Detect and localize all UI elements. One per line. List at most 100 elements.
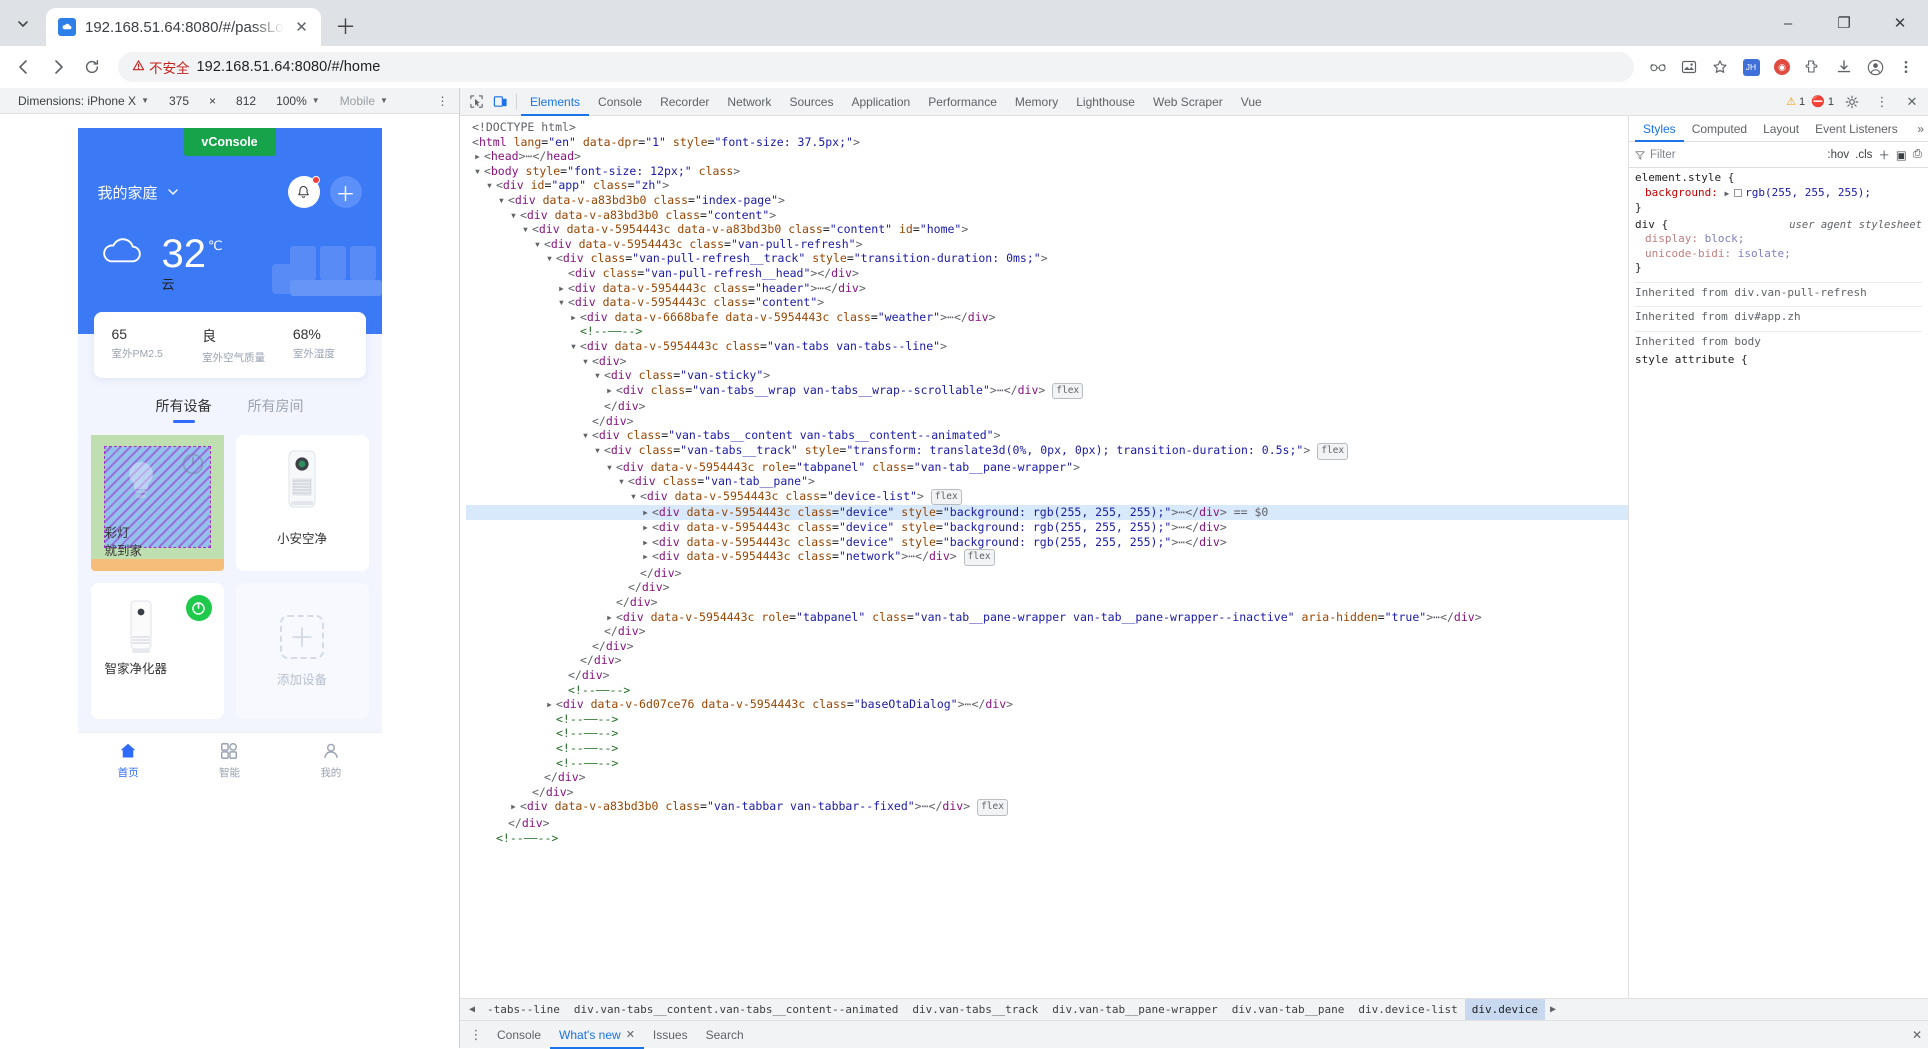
dom-node-line[interactable]: <!--——--> [466,741,1628,756]
close-icon[interactable]: ✕ [1900,90,1924,114]
dom-node-line[interactable]: ▸ <div data-v-6668bafe data-v-5954443c cl… [466,310,1628,325]
tab-computed[interactable]: Computed [1684,116,1755,142]
breadcrumb-scroll-right-icon[interactable]: ▶ [1545,1004,1561,1015]
dom-node-line[interactable]: ▸ <div data-v-6d07ce76 data-v-5954443c cl… [466,697,1628,712]
dom-node-line[interactable]: ▾ <div class="van-tab__pane"> [466,474,1628,489]
tab-elements[interactable]: Elements [521,88,589,116]
tab-all-rooms[interactable]: 所有房间 [248,396,304,423]
tab-network[interactable]: Network [718,88,780,116]
device-card[interactable]: 小安空净 [235,435,369,571]
breadcrumb-item[interactable]: div.van-tab__pane-wrapper [1045,999,1225,1020]
dom-node-line[interactable]: ▾ <div data-v-5954443c class="content"> [466,295,1628,310]
rule-selector[interactable]: div { [1635,218,1668,231]
dom-node-line[interactable]: ▾ <div data-v-5954443c class="van-tabs va… [466,339,1628,354]
tab-search-icon[interactable] [6,7,40,41]
print-icon[interactable]: ⎙ [1913,148,1922,161]
dom-tree[interactable]: <!DOCTYPE html> <html lang="en" data-dpr=… [460,116,1628,998]
dom-node-line[interactable]: </div> [466,595,1628,610]
dom-node-line[interactable]: </div> [466,399,1628,414]
security-indicator[interactable]: 不安全 [132,57,190,77]
throttling-selector[interactable]: Mobile ▼ [330,94,398,108]
notification-button[interactable] [287,176,320,208]
hov-toggle[interactable]: :hov [1827,149,1849,161]
rule-selector[interactable]: element.style { [1635,171,1734,184]
dom-node-line[interactable]: ▸ <div class="van-tabs__wrap van-tabs__wr… [466,382,1628,400]
dom-node-line[interactable]: <!--——--> [466,756,1628,771]
download-icon[interactable] [1830,53,1858,81]
breadcrumb-item[interactable]: -tabs--line [480,999,567,1020]
vconsole-button[interactable]: vConsole [183,128,276,156]
dom-node-line[interactable]: ▸ <div data-v-5954443c class="network">⋯<… [466,549,1628,566]
bottom-nav-smart[interactable]: 智能 [179,741,280,780]
css-value[interactable]: isolate; [1738,247,1791,260]
breadcrumb-item[interactable]: div.van-tabs__track [905,999,1045,1020]
dom-node-line[interactable]: ▾ <div class="van-tabs__content van-tabs_… [466,428,1628,443]
shield-extension-icon[interactable]: ◉ [1768,53,1796,81]
dom-node-line[interactable]: <!--——--> [466,726,1628,741]
dom-node-line[interactable]: </div> [466,653,1628,668]
drawer-menu-icon[interactable]: ⋮ [464,1023,488,1047]
dom-node-line[interactable]: </div> [466,770,1628,785]
drawer-close-icon[interactable]: ✕ [1912,1028,1922,1042]
dom-node-line[interactable]: ▸ <div data-v-5954443c class="header">⋯</… [466,281,1628,296]
gear-icon[interactable] [1840,90,1864,114]
dom-node-line[interactable]: ▾ <div data-v-5954443c role="tabpanel" cl… [466,460,1628,475]
css-declaration[interactable]: unicode-bidi: isolate; [1635,247,1922,262]
jh-extension-icon[interactable]: JH [1737,53,1765,81]
breadcrumb-item[interactable]: div.device-list [1351,999,1464,1020]
breadcrumb-item[interactable]: div.van-tabs__content.van-tabs__content-… [567,999,906,1020]
dom-node-line[interactable]: <html lang="en" data-dpr="1" style="font… [466,135,1628,150]
zoom-selector[interactable]: 100% ▼ [266,94,330,108]
dom-node-line[interactable]: </div> [466,668,1628,683]
dom-node-line[interactable]: ▸ <div data-v-5954443c class="device" sty… [466,535,1628,550]
kebab-menu-icon[interactable] [1892,53,1920,81]
add-button[interactable]: ＋ [329,176,362,208]
device-toolbar-icon[interactable] [488,90,512,114]
dom-node-line[interactable]: </div> [466,566,1628,581]
tab-performance[interactable]: Performance [919,88,1006,116]
dom-node-line[interactable]: </div> [466,785,1628,800]
close-window-button[interactable]: ✕ [1872,0,1928,46]
breadcrumb-item[interactable]: div.device [1464,999,1545,1020]
dom-node-line[interactable]: ▸ <div data-v-5954443c role="tabpanel" cl… [466,610,1628,625]
minimize-button[interactable]: – [1760,0,1816,46]
tab-memory[interactable]: Memory [1006,88,1067,116]
height-input[interactable]: 812 [226,94,266,108]
plus-icon[interactable]: ＋ [1878,147,1890,163]
width-input[interactable]: 375 [159,94,199,108]
dom-node-line[interactable]: <!--——--> [466,324,1628,339]
browser-tab[interactable]: 192.168.51.64:8080/#/passLo ✕ [46,8,321,46]
drawer-tab-search[interactable]: Search [697,1021,753,1049]
css-rules-list[interactable]: element.style {background: ▶ rgb(255, 25… [1629,168,1928,998]
arrow-right-icon[interactable] [42,51,74,83]
maximize-button[interactable]: ❐ [1816,0,1872,46]
dom-node-line[interactable]: <div class="van-pull-refresh__head"></di… [466,266,1628,281]
drawer-tab-issues[interactable]: Issues [644,1021,697,1049]
kebab-menu-icon[interactable]: ⋮ [1870,90,1894,114]
dom-node-line[interactable]: <!--——--> [466,683,1628,698]
breadcrumb[interactable]: ◀ -tabs--line div.van-tabs__content.van-ta… [460,998,1928,1020]
reload-icon[interactable] [76,51,108,83]
layers-icon[interactable]: ▣ [1896,148,1907,162]
inspect-element-icon[interactable] [464,90,488,114]
chevron-double-right-icon[interactable]: » [1917,122,1924,136]
css-value[interactable]: rgb(255, 255, 255); [1745,186,1871,199]
tab-web-scraper[interactable]: Web Scraper [1144,88,1232,116]
tab-recorder[interactable]: Recorder [651,88,718,116]
dom-node-line[interactable]: ▸ <head>⋯</head> [466,149,1628,164]
tab-lighthouse[interactable]: Lighthouse [1067,88,1144,116]
error-badge[interactable]: ⛔ 1 [1811,95,1834,109]
tab-sources[interactable]: Sources [780,88,842,116]
tab-styles[interactable]: Styles [1635,116,1684,142]
css-value[interactable]: block; [1705,232,1745,245]
puzzle-extension-icon[interactable] [1799,53,1827,81]
device-toolbar-more-icon[interactable]: ⋮ [433,94,453,108]
tab-console[interactable]: Console [589,88,651,116]
breadcrumb-scroll-left-icon[interactable]: ◀ [464,1004,480,1015]
tab-layout[interactable]: Layout [1755,116,1807,142]
css-rule[interactable]: element.style {background: ▶ rgb(255, 25… [1635,171,1922,216]
tab-all-devices[interactable]: 所有设备 [156,396,212,423]
breadcrumb-item[interactable]: div.van-tab__pane [1225,999,1352,1020]
address-bar[interactable]: 不安全 192.168.51.64:8080/#/home [118,52,1634,82]
dom-node-line[interactable]: ▾ <div data-v-a83bd3b0 class="index-page"… [466,193,1628,208]
